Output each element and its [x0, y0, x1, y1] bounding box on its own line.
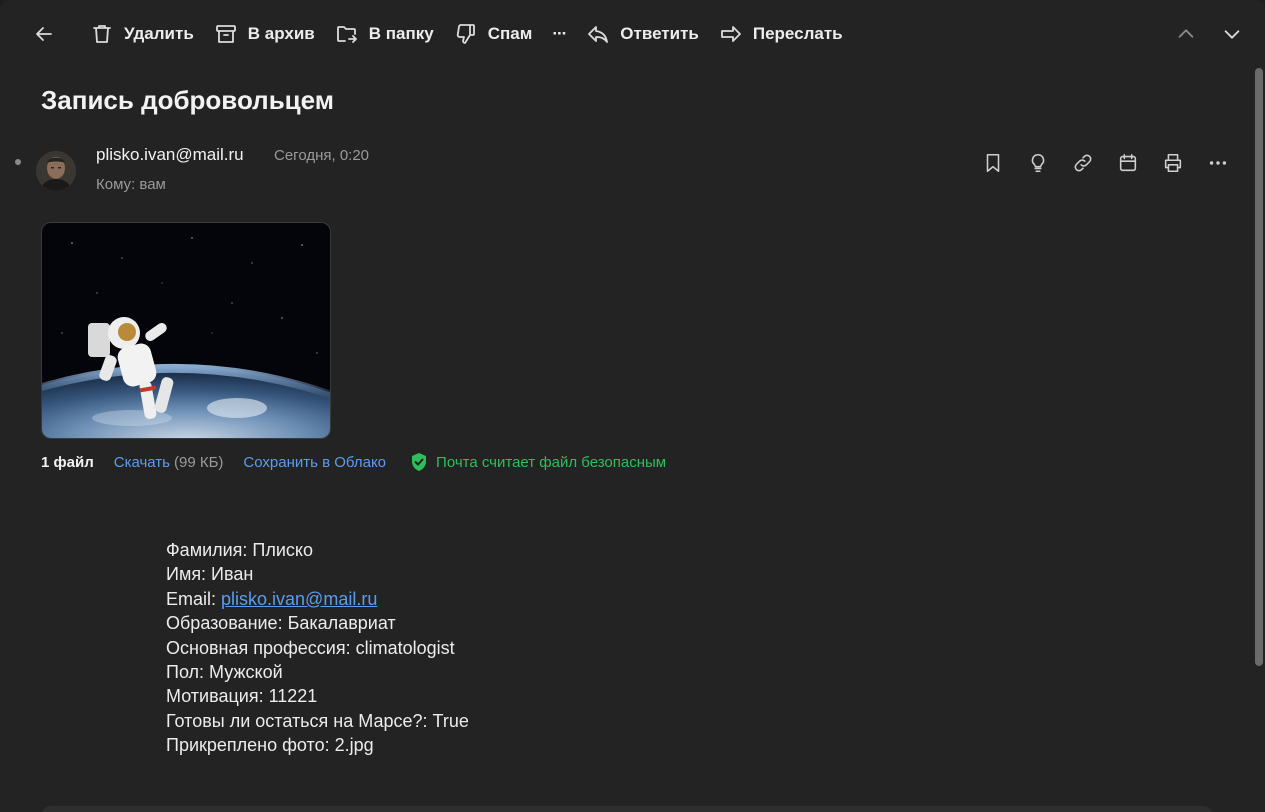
- mail-reader-window: Удалить В архив В папку Спам ··· Ответит…: [0, 0, 1265, 812]
- body-surname: Фамилия: Плиско: [166, 540, 314, 560]
- message-body: Фамилия: Плиско Имя: Иван Email: plisko.…: [166, 538, 469, 758]
- idea-button[interactable]: [1015, 146, 1060, 180]
- message-date: Сегодня, 0:20: [274, 147, 370, 164]
- bookmark-icon: [986, 153, 999, 173]
- previous-message-button[interactable]: [1168, 16, 1204, 52]
- message-toolbar: Удалить В архив В папку Спам ··· Ответит…: [0, 0, 1265, 68]
- thumbs-down-icon: [456, 24, 475, 44]
- body-mars: Готовы ли остаться на Марсе?: True: [166, 710, 469, 731]
- attachment-size: (99 КБ): [173, 453, 224, 471]
- sender-avatar[interactable]: [36, 151, 76, 191]
- scrollbar-thumb[interactable]: [1255, 68, 1263, 666]
- quick-reply-box[interactable]: [41, 806, 1213, 812]
- more-horizontal-icon: ···: [552, 24, 567, 43]
- body-motivation: Мотивация: 11221: [166, 686, 318, 707]
- body-profession: Основная профессия: climatologist: [166, 637, 455, 658]
- spam-button[interactable]: Спам: [444, 16, 543, 52]
- trash-icon: [93, 25, 111, 43]
- message-actions: [970, 146, 1240, 180]
- attachment-count: 1 файл: [41, 453, 94, 471]
- shield-check-icon: [412, 453, 427, 471]
- attachment-thumbnail[interactable]: [41, 222, 331, 439]
- reply-label: Ответить: [620, 24, 699, 43]
- body-email-prefix: Email:: [166, 588, 222, 609]
- sender-email[interactable]: plisko.ivan@mail.ru: [96, 145, 244, 165]
- archive-icon: [215, 25, 236, 43]
- reply-button[interactable]: Ответить: [576, 16, 709, 52]
- link-icon: [1074, 154, 1091, 172]
- chevron-down-icon: [1224, 30, 1240, 39]
- body-education: Образование: Бакалавриат: [166, 613, 396, 634]
- chevron-up-icon: [1178, 29, 1194, 38]
- message-more-button[interactable]: [1195, 146, 1240, 180]
- body-email-link[interactable]: plisko.ivan@mail.ru: [221, 589, 377, 609]
- move-to-folder-button[interactable]: В папку: [325, 16, 444, 52]
- folder-move-icon: [336, 26, 357, 43]
- archive-button[interactable]: В архив: [204, 16, 325, 52]
- delete-button[interactable]: Удалить: [80, 16, 204, 52]
- spam-label: Спам: [487, 24, 533, 43]
- reply-icon: [588, 26, 609, 43]
- arrow-left-icon: [36, 27, 52, 41]
- more-actions-button[interactable]: ···: [542, 16, 576, 52]
- forward-button[interactable]: Переслать: [709, 16, 853, 52]
- safe-file-label: Почта считает файл безопасным: [436, 453, 667, 471]
- print-button[interactable]: [1150, 146, 1195, 180]
- astronaut-image: [42, 223, 330, 438]
- recipient-line[interactable]: Кому: вам: [96, 176, 166, 193]
- download-link[interactable]: Скачать: [114, 454, 170, 471]
- archive-label: В архив: [247, 24, 315, 43]
- body-name: Имя: Иван: [166, 564, 254, 585]
- body-email-line: Email: plisko.ivan@mail.ru: [166, 587, 469, 611]
- forward-label: Переслать: [752, 24, 843, 43]
- delete-label: Удалить: [124, 24, 194, 43]
- message-subject: Запись добровольцем: [41, 85, 335, 115]
- body-photo: Прикреплено фото: 2.jpg: [166, 735, 374, 756]
- back-button[interactable]: [22, 16, 66, 52]
- calendar-icon: [1119, 153, 1136, 172]
- forward-icon: [720, 26, 741, 42]
- bookmark-button[interactable]: [970, 146, 1015, 180]
- body-gender: Пол: Мужской: [166, 662, 283, 683]
- save-to-cloud-link[interactable]: Сохранить в Облако: [243, 454, 386, 471]
- copy-link-button[interactable]: [1060, 146, 1105, 180]
- unread-indicator[interactable]: [15, 159, 21, 165]
- create-event-button[interactable]: [1105, 146, 1150, 180]
- next-message-button[interactable]: [1214, 16, 1250, 52]
- print-icon: [1164, 153, 1181, 173]
- attachment-bar: 1 файл Скачать (99 КБ) Сохранить в Облак…: [41, 452, 666, 472]
- lightbulb-icon: [1031, 153, 1044, 173]
- safe-file-notice: Почта считает файл безопасным: [410, 452, 666, 472]
- avatar-image: [36, 151, 76, 191]
- more-icon: [1209, 161, 1226, 165]
- move-label: В папку: [368, 24, 434, 43]
